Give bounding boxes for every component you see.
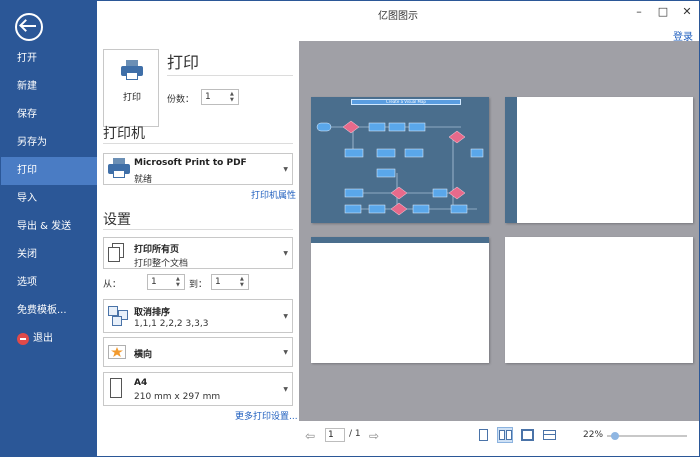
orientation-value: 横向 bbox=[134, 350, 153, 360]
sidebar-item-import[interactable]: 导入 bbox=[1, 185, 97, 213]
sidebar-item-exit-label: 退出 bbox=[33, 333, 53, 344]
copies-label: 份数： bbox=[167, 95, 195, 105]
chevron-down-icon: ▼ bbox=[283, 349, 288, 356]
paper-size-select[interactable]: A4 210 mm x 297 mm ▼ bbox=[103, 372, 293, 406]
landscape-icon bbox=[108, 343, 128, 363]
preview-toolbar: ⇦ 1 / 1 ⇨ 22% bbox=[299, 421, 699, 456]
print-button[interactable]: 打印 bbox=[103, 49, 159, 127]
sidebar-item-print[interactable]: 打印 bbox=[1, 157, 97, 185]
preview-page-4 bbox=[505, 237, 693, 363]
back-arrow-icon[interactable] bbox=[15, 13, 43, 41]
stepper-arrows-icon[interactable]: ▲ ▼ bbox=[240, 276, 246, 288]
settings-section-title: 设置 bbox=[103, 212, 131, 228]
multi-page-view-icon[interactable] bbox=[497, 427, 513, 443]
print-range-main: 打印所有页 bbox=[134, 245, 180, 255]
paper-size-main: A4 bbox=[134, 378, 148, 388]
fit-width-view-icon[interactable] bbox=[541, 427, 557, 443]
page-total: / 1 bbox=[349, 429, 361, 439]
copies-stepper[interactable]: 1 ▲ ▼ bbox=[201, 89, 239, 105]
to-page-stepper[interactable]: 1 ▲ ▼ bbox=[211, 274, 249, 290]
printer-properties-link[interactable]: 打印机属性 bbox=[251, 188, 296, 201]
zoom-slider[interactable] bbox=[607, 432, 687, 440]
sidebar-item-exit[interactable]: 退出 bbox=[1, 325, 97, 353]
chevron-down-icon: ▼ bbox=[283, 250, 288, 257]
collate-main: 取消排序 bbox=[134, 308, 171, 318]
chevron-down-icon: ▼ bbox=[283, 166, 288, 173]
paper-size-sub: 210 mm x 297 mm bbox=[134, 392, 221, 402]
from-label: 从： bbox=[103, 280, 122, 290]
maximize-icon[interactable]: □ bbox=[655, 4, 671, 20]
printer-status: 就绪 bbox=[134, 175, 153, 185]
zoom-slider-thumb[interactable] bbox=[610, 432, 619, 440]
orientation-select[interactable]: 横向 ▼ bbox=[103, 337, 293, 367]
exit-icon bbox=[17, 333, 29, 345]
sidebar-item-open[interactable]: 打开 bbox=[1, 45, 97, 73]
more-print-settings-link[interactable]: 更多打印设置... bbox=[235, 409, 298, 422]
divider bbox=[167, 75, 293, 76]
from-page-value: 1 bbox=[151, 277, 157, 287]
previous-page-arrow-icon[interactable]: ⇦ bbox=[303, 429, 317, 443]
stepper-arrows-icon[interactable]: ▲ ▼ bbox=[176, 276, 182, 288]
zoom-level: 22% bbox=[583, 430, 604, 440]
printer-select[interactable]: Microsoft Print to PDF 就绪 ▼ bbox=[103, 153, 293, 185]
page-number-input[interactable]: 1 bbox=[325, 428, 345, 442]
printer-icon bbox=[108, 158, 130, 178]
sidebar-item-save-as[interactable]: 另存为 bbox=[1, 129, 97, 157]
print-button-label: 打印 bbox=[122, 93, 141, 103]
printer-icon bbox=[121, 60, 143, 80]
preview-page-2 bbox=[505, 97, 693, 223]
sidebar-item-options[interactable]: 选项 bbox=[1, 269, 97, 297]
title-bar: 亿图图示 – □ ✕ bbox=[97, 1, 699, 25]
preview-page-3 bbox=[311, 237, 489, 363]
divider bbox=[103, 143, 293, 144]
from-page-stepper[interactable]: 1 ▲ ▼ bbox=[147, 274, 185, 290]
app-title: 亿图图示 bbox=[378, 11, 418, 22]
to-label: 到： bbox=[189, 280, 208, 290]
print-heading: 打印 bbox=[167, 53, 200, 72]
pages-icon bbox=[108, 243, 126, 263]
paper-icon bbox=[108, 378, 124, 400]
chevron-down-icon: ▼ bbox=[283, 386, 288, 393]
printer-name: Microsoft Print to PDF bbox=[134, 158, 247, 168]
copies-value: 1 bbox=[205, 92, 211, 102]
print-range-sub: 打印整个文档 bbox=[134, 259, 189, 269]
fit-page-view-icon[interactable] bbox=[519, 427, 535, 443]
stepper-arrows-icon[interactable]: ▲ ▼ bbox=[230, 91, 236, 103]
print-settings-panel: 打印 打印 份数： 1 ▲ ▼ 打印机 Microsoft Print to PD… bbox=[97, 25, 298, 456]
file-sidebar: 打开 新建 保存 另存为 打印 导入 导出 & 发送 关闭 选项 免费模板...… bbox=[1, 1, 97, 456]
collate-select[interactable]: 取消排序 1,1,1 2,2,2 3,3,3 ▼ bbox=[103, 299, 293, 333]
sidebar-menu: 打开 新建 保存 另存为 打印 导入 导出 & 发送 关闭 选项 免费模板...… bbox=[1, 45, 97, 353]
sidebar-item-save[interactable]: 保存 bbox=[1, 101, 97, 129]
next-page-arrow-icon[interactable]: ⇨ bbox=[367, 429, 381, 443]
print-window: 打开 新建 保存 另存为 打印 导入 导出 & 发送 关闭 选项 免费模板...… bbox=[0, 0, 700, 457]
printer-section-title: 打印机 bbox=[103, 126, 145, 142]
chevron-down-icon: ▼ bbox=[283, 313, 288, 320]
minimize-icon[interactable]: – bbox=[631, 4, 647, 20]
collate-sub: 1,1,1 2,2,2 3,3,3 bbox=[134, 319, 209, 329]
close-icon[interactable]: ✕ bbox=[679, 4, 695, 20]
print-range-select[interactable]: 打印所有页 打印整个文档 ▼ bbox=[103, 237, 293, 269]
sidebar-item-close[interactable]: 关闭 bbox=[1, 241, 97, 269]
collate-icon bbox=[108, 306, 130, 328]
flowchart-thumbnail bbox=[316, 120, 484, 216]
sidebar-item-export-send[interactable]: 导出 & 发送 bbox=[1, 213, 97, 241]
print-preview: Create a Visual Map bbox=[299, 41, 699, 421]
preview-page-1: Create a Visual Map bbox=[311, 97, 489, 223]
single-page-view-icon[interactable] bbox=[475, 427, 491, 443]
divider bbox=[103, 229, 293, 230]
to-page-value: 1 bbox=[215, 277, 221, 287]
sidebar-item-new[interactable]: 新建 bbox=[1, 73, 97, 101]
sidebar-item-free-templates[interactable]: 免费模板... bbox=[1, 297, 97, 325]
